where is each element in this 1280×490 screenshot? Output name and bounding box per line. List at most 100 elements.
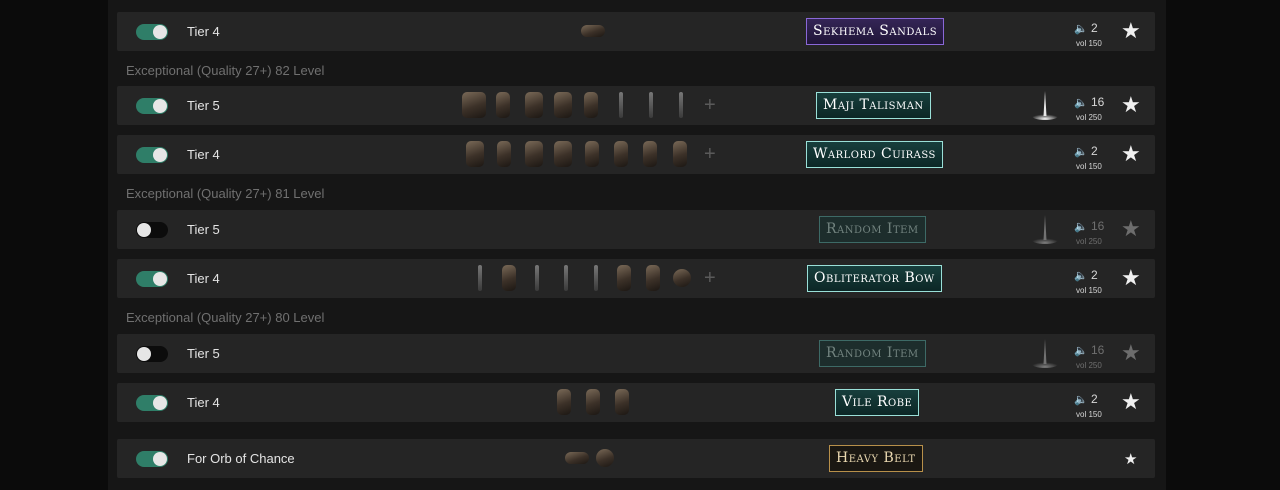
light-beam-icon (1032, 339, 1058, 368)
item-icon[interactable] (502, 265, 516, 291)
item-icon[interactable] (497, 141, 511, 167)
filter-row: Tier 5 + Maji Talisman 🔈 16 vol 250 ★ (117, 86, 1155, 125)
filter-row: For Orb of Chance Heavy Belt ★ (117, 439, 1155, 478)
enable-toggle[interactable] (136, 222, 168, 238)
section-heading: Exceptional (Quality 27+) 82 Level (126, 63, 325, 78)
item-icon[interactable] (614, 141, 628, 167)
plus-icon[interactable]: + (704, 264, 716, 292)
toggle-knob (153, 396, 167, 410)
sound-count: 2 (1091, 144, 1098, 158)
orb-icon[interactable] (596, 449, 614, 467)
item-label[interactable]: Warlord Cuirass (806, 141, 943, 168)
belt-icon[interactable] (565, 452, 589, 464)
item-icon[interactable] (496, 92, 510, 118)
item-icon[interactable] (679, 92, 683, 118)
star-icon[interactable]: ★ (1121, 18, 1141, 44)
sound-setting[interactable]: 🔈 2 vol 150 (1074, 19, 1114, 48)
item-icons (579, 16, 609, 47)
item-label[interactable]: Random Item (819, 216, 926, 243)
speaker-icon: 🔈 (1074, 97, 1088, 109)
item-icon[interactable] (525, 92, 543, 118)
item-icon[interactable] (554, 92, 572, 118)
star-icon[interactable]: ★ (1121, 92, 1141, 118)
item-icon[interactable] (619, 92, 623, 118)
item-icon[interactable] (649, 92, 653, 118)
sound-setting[interactable]: 🔈 16 vol 250 (1074, 93, 1114, 122)
item-label[interactable]: Maji Talisman (816, 92, 931, 119)
enable-toggle[interactable] (136, 451, 168, 467)
light-beam-icon (1032, 91, 1058, 120)
sound-volume: vol 150 (1076, 162, 1102, 171)
helmet-icon[interactable] (673, 269, 691, 287)
sound-volume: vol 150 (1076, 410, 1102, 419)
enable-toggle[interactable] (136, 346, 168, 362)
boots-icon[interactable] (581, 25, 605, 37)
sound-count: 16 (1091, 343, 1105, 357)
sound-setting[interactable]: 🔈 16 vol 250 (1074, 341, 1114, 370)
filter-row: Tier 5 Random Item 🔈 16 vol 250 ★ (117, 210, 1155, 249)
item-icon[interactable] (615, 389, 629, 415)
item-icon[interactable] (554, 141, 572, 167)
sound-volume: vol 150 (1076, 39, 1102, 48)
enable-toggle[interactable] (136, 271, 168, 287)
star-icon[interactable]: ★ (1121, 340, 1141, 366)
enable-toggle[interactable] (136, 147, 168, 163)
filter-row: Tier 4 Vile Robe 🔈 2 vol 150 ★ (117, 383, 1155, 422)
item-icon[interactable] (564, 265, 568, 291)
item-icon[interactable] (535, 265, 539, 291)
sound-volume: vol 250 (1076, 361, 1102, 370)
sound-setting[interactable]: 🔈 2 vol 150 (1074, 266, 1114, 295)
light-beam-icon (1032, 215, 1058, 244)
sound-count: 16 (1091, 95, 1105, 109)
item-icons: + (466, 139, 722, 170)
sound-setting[interactable]: 🔈 16 vol 250 (1074, 217, 1114, 246)
item-label[interactable]: Obliterator Bow (807, 265, 942, 292)
item-label[interactable]: Random Item (819, 340, 926, 367)
item-icons: + (462, 90, 722, 121)
speaker-icon: 🔈 (1074, 221, 1088, 233)
tier-label: Tier 5 (187, 98, 220, 113)
sound-setting[interactable]: 🔈 2 vol 150 (1074, 142, 1114, 171)
plus-icon[interactable]: + (704, 140, 716, 168)
item-label[interactable]: Vile Robe (835, 389, 920, 416)
item-icon[interactable] (584, 92, 598, 118)
item-icon[interactable] (525, 141, 543, 167)
item-icon[interactable] (557, 389, 571, 415)
plus-icon[interactable]: + (704, 91, 716, 119)
speaker-icon: 🔈 (1074, 345, 1088, 357)
sound-volume: vol 250 (1076, 237, 1102, 246)
star-icon[interactable]: ★ (1121, 389, 1141, 415)
item-icon[interactable] (466, 141, 484, 167)
toggle-knob (153, 272, 167, 286)
toggle-knob (153, 148, 167, 162)
toggle-knob (153, 452, 167, 466)
item-icon[interactable] (646, 265, 660, 291)
star-icon[interactable]: ★ (1121, 265, 1141, 291)
toggle-knob (137, 223, 151, 237)
item-icon[interactable] (478, 265, 482, 291)
toggle-knob (153, 99, 167, 113)
item-label[interactable]: Heavy Belt (829, 445, 923, 472)
enable-toggle[interactable] (136, 24, 168, 40)
item-icon[interactable] (617, 265, 631, 291)
item-icons (565, 443, 625, 474)
item-icons (557, 387, 637, 418)
sound-count: 2 (1091, 268, 1098, 282)
item-icon[interactable] (594, 265, 598, 291)
enable-toggle[interactable] (136, 395, 168, 411)
item-icon[interactable] (673, 141, 687, 167)
item-icon[interactable] (586, 389, 600, 415)
sound-volume: vol 250 (1076, 113, 1102, 122)
enable-toggle[interactable] (136, 98, 168, 114)
speaker-icon: 🔈 (1074, 270, 1088, 282)
item-label[interactable]: Sekhema Sandals (806, 18, 945, 45)
item-icon[interactable] (462, 92, 486, 118)
speaker-icon: 🔈 (1074, 394, 1088, 406)
star-icon[interactable]: ★ (1121, 216, 1141, 242)
star-icon[interactable]: ★ (1124, 447, 1137, 473)
item-icon[interactable] (643, 141, 657, 167)
star-icon[interactable]: ★ (1121, 141, 1141, 167)
tier-label: Tier 4 (187, 147, 220, 162)
item-icon[interactable] (585, 141, 599, 167)
sound-setting[interactable]: 🔈 2 vol 150 (1074, 390, 1114, 419)
